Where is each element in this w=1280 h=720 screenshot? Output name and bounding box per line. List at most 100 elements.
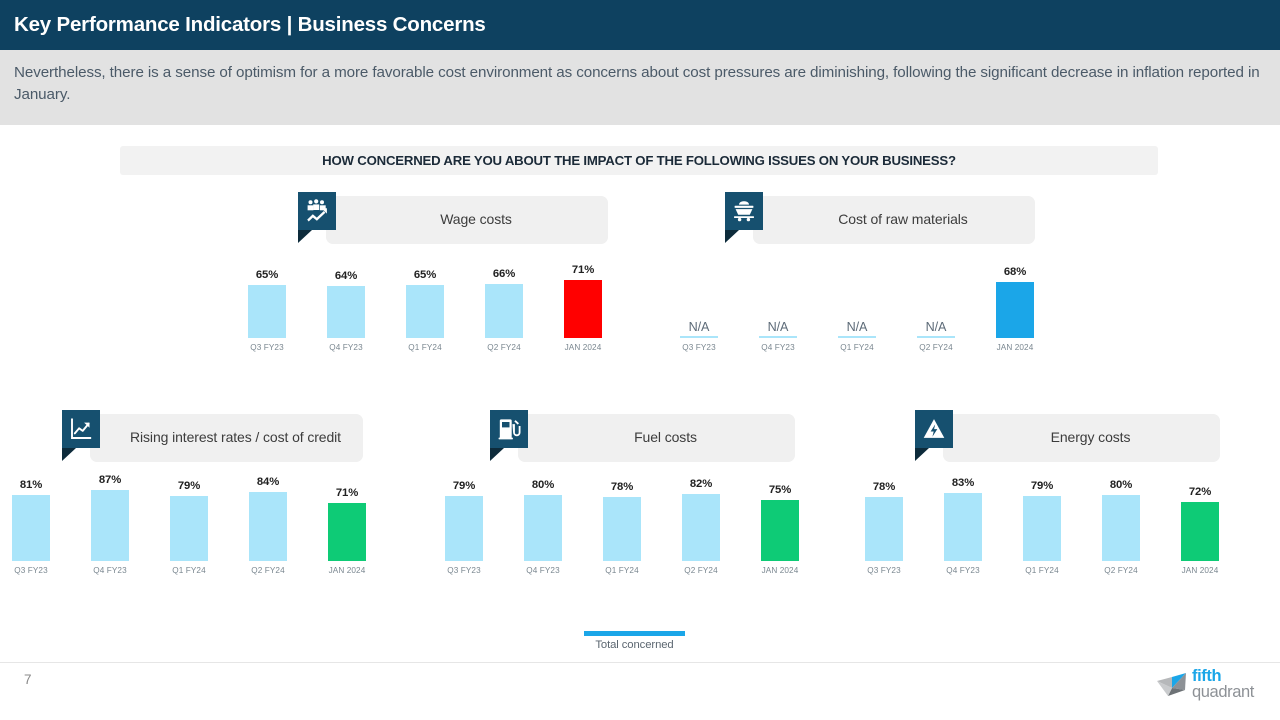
panel-title: Fuel costs bbox=[634, 429, 697, 446]
bar-value: 79% bbox=[177, 480, 201, 492]
bar bbox=[865, 497, 903, 561]
bar-column: 65% Q1 FY24 bbox=[406, 269, 444, 352]
bar-category-label: Q1 FY24 bbox=[840, 343, 874, 352]
bar-column: 80% Q2 FY24 bbox=[1102, 479, 1140, 575]
bar-value: 83% bbox=[951, 477, 975, 489]
bar-category-label: Q3 FY23 bbox=[447, 566, 481, 575]
legend-swatch-total-concerned bbox=[584, 631, 685, 636]
fuel-pump-icon bbox=[490, 410, 528, 448]
bar-column: 79% Q3 FY23 bbox=[445, 480, 483, 575]
bar-category-label: Q3 FY23 bbox=[250, 343, 284, 352]
bar-column: 71% JAN 2024 bbox=[564, 264, 602, 352]
bar bbox=[485, 284, 523, 338]
slide-subtitle-bar: Nevertheless, there is a sense of optimi… bbox=[0, 50, 1280, 125]
bar bbox=[170, 496, 208, 561]
bar-category-label: Q2 FY24 bbox=[919, 343, 953, 352]
bar bbox=[248, 285, 286, 338]
bar-value-na: N/A bbox=[925, 320, 947, 334]
subtitle-text: Nevertheless, there is a sense of optimi… bbox=[14, 64, 1260, 104]
bar-category-label: Q4 FY23 bbox=[946, 566, 980, 575]
bar-value: 66% bbox=[492, 268, 516, 280]
bar-value-na: N/A bbox=[688, 320, 710, 334]
panel-header-fold bbox=[915, 448, 929, 461]
logo-text-quadrant: quadrant bbox=[1192, 683, 1254, 701]
bar-chart: 79% Q3 FY23 80% Q4 FY23 78% Q1 FY24 82% Q2 FY24… bbox=[445, 449, 799, 575]
page-number: 7 bbox=[24, 672, 32, 687]
bar-value: 79% bbox=[452, 480, 476, 492]
bar-column: 78% Q1 FY24 bbox=[603, 481, 641, 575]
bar-chart: 81% Q3 FY23 87% Q4 FY23 79% Q1 FY24 84% Q2 FY24… bbox=[12, 449, 366, 575]
bar bbox=[1102, 495, 1140, 561]
bar-value: 71% bbox=[571, 264, 595, 276]
panel-header-fold bbox=[298, 230, 312, 243]
bar-value: 79% bbox=[1030, 480, 1054, 492]
slide-title-bar: Key Performance Indicators | Business Co… bbox=[0, 0, 1280, 50]
bar-column: N/A Q1 FY24 bbox=[838, 320, 876, 352]
panel-header-fold bbox=[490, 448, 504, 461]
bar bbox=[1181, 502, 1219, 561]
bar-value: 75% bbox=[768, 484, 792, 496]
bar bbox=[564, 280, 602, 338]
wage-growth-icon bbox=[298, 192, 336, 230]
panel-header-fold bbox=[62, 448, 76, 461]
bar-category-label: JAN 2024 bbox=[1181, 566, 1219, 575]
bar-category-label: Q1 FY24 bbox=[605, 566, 639, 575]
bar-category-label: JAN 2024 bbox=[564, 343, 602, 352]
bar bbox=[524, 495, 562, 561]
bar-category-label: Q1 FY24 bbox=[1025, 566, 1059, 575]
pinwheel-logo-icon bbox=[1157, 673, 1186, 696]
bar-value: 82% bbox=[689, 478, 713, 490]
bar-column: 75% JAN 2024 bbox=[761, 484, 799, 575]
bar-category-label: JAN 2024 bbox=[328, 566, 366, 575]
bar-category-label: Q4 FY23 bbox=[329, 343, 363, 352]
bar bbox=[91, 490, 129, 561]
energy-hazard-icon bbox=[915, 410, 953, 448]
panel-title: Rising interest rates / cost of credit bbox=[130, 429, 341, 446]
bar-category-label: Q2 FY24 bbox=[1104, 566, 1138, 575]
bar-category-label: Q3 FY23 bbox=[14, 566, 48, 575]
bar-column: 78% Q3 FY23 bbox=[865, 481, 903, 575]
logo-wordmark: fifth quadrant bbox=[1192, 667, 1254, 701]
bar-value: 87% bbox=[98, 474, 122, 486]
bar bbox=[838, 336, 876, 338]
bar bbox=[406, 285, 444, 338]
question-text: HOW CONCERNED ARE YOU ABOUT THE IMPACT O… bbox=[322, 153, 956, 168]
bar-column: 81% Q3 FY23 bbox=[12, 479, 50, 575]
bar-category-label: Q1 FY24 bbox=[172, 566, 206, 575]
bar-value: 64% bbox=[334, 270, 358, 282]
bar-column: 72% JAN 2024 bbox=[1181, 486, 1219, 575]
bar-value: 78% bbox=[872, 481, 896, 493]
bar bbox=[12, 495, 50, 561]
bar bbox=[917, 336, 955, 338]
bar-column: 83% Q4 FY23 bbox=[944, 477, 982, 575]
bar-value: 80% bbox=[1109, 479, 1133, 491]
bar-category-label: Q4 FY23 bbox=[761, 343, 795, 352]
bar bbox=[944, 493, 982, 561]
bar bbox=[328, 503, 366, 561]
bar bbox=[603, 497, 641, 561]
bar bbox=[761, 500, 799, 561]
bar bbox=[249, 492, 287, 561]
bar-category-label: Q2 FY24 bbox=[487, 343, 521, 352]
bar-column: 68% JAN 2024 bbox=[996, 266, 1034, 352]
bar-column: 66% Q2 FY24 bbox=[485, 268, 523, 352]
bar-value: 78% bbox=[610, 481, 634, 493]
bar-column: 84% Q2 FY24 bbox=[249, 476, 287, 575]
logo-text-fifth: fifth bbox=[1192, 667, 1222, 685]
bar-column: 64% Q4 FY23 bbox=[327, 270, 365, 352]
legend-label-total-concerned: Total concerned bbox=[595, 639, 674, 651]
bar-category-label: Q1 FY24 bbox=[408, 343, 442, 352]
bar-column: 87% Q4 FY23 bbox=[91, 474, 129, 575]
bar-value: 80% bbox=[531, 479, 555, 491]
bar-column: N/A Q4 FY23 bbox=[759, 320, 797, 352]
bar-category-label: Q4 FY23 bbox=[93, 566, 127, 575]
bar bbox=[680, 336, 718, 338]
bar-category-label: Q2 FY24 bbox=[684, 566, 718, 575]
bar-column: 80% Q4 FY23 bbox=[524, 479, 562, 575]
bar bbox=[682, 494, 720, 561]
line-chart-icon bbox=[62, 410, 100, 448]
panel-header-fold bbox=[725, 230, 739, 243]
bar-column: 79% Q1 FY24 bbox=[1023, 480, 1061, 575]
page-title: Key Performance Indicators | Business Co… bbox=[14, 13, 486, 36]
bar-category-label: Q2 FY24 bbox=[251, 566, 285, 575]
